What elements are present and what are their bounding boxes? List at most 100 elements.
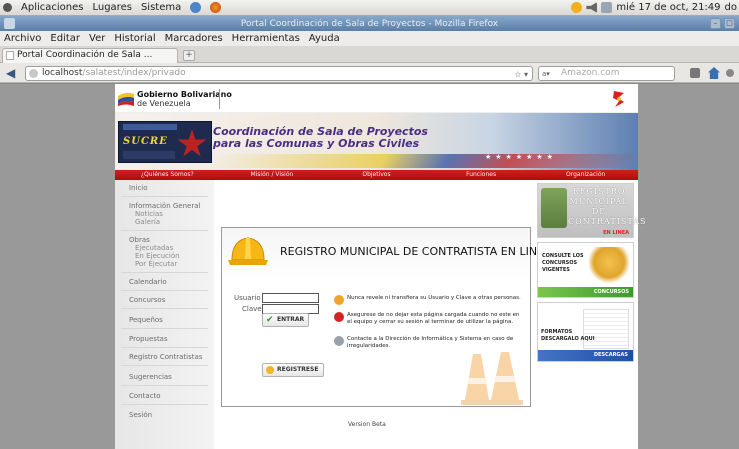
url-dropdown-icon[interactable]: ☆ ▾	[514, 68, 528, 81]
tab-label: Portal Coordinación de Sala ...	[17, 50, 153, 60]
site-identity-icon[interactable]	[29, 69, 38, 78]
people-figures-icon	[589, 247, 629, 285]
sidebar-item-noticias[interactable]: Noticias	[135, 210, 163, 218]
sidebar-item-calendario[interactable]: Calendario	[129, 278, 167, 286]
sidebar-divider	[121, 385, 208, 386]
usuario-input[interactable]	[262, 293, 319, 303]
info-icon	[334, 336, 344, 346]
flag-stripe-decoration	[208, 154, 638, 168]
menu-editar[interactable]: Editar	[50, 33, 80, 44]
home-icon[interactable]	[708, 67, 720, 79]
menu-lugares[interactable]: Lugares	[92, 2, 131, 13]
nav-objetivos[interactable]: Objetivos	[324, 170, 429, 180]
menu-ver[interactable]: Ver	[89, 33, 105, 44]
minimize-button[interactable]: –	[710, 18, 721, 29]
menu-herramientas[interactable]: Herramientas	[232, 33, 300, 44]
stop-icon	[334, 312, 344, 322]
menu-aplicaciones[interactable]: Aplicaciones	[21, 2, 83, 13]
login-panel: REGISTRO MUNICIPAL DE CONTRATISTA EN LIN…	[221, 227, 552, 407]
user-name[interactable]: do	[725, 2, 737, 13]
nav-organizacion[interactable]: Organización	[533, 170, 638, 180]
feed-icon[interactable]	[726, 69, 734, 77]
traffic-cones-icon	[461, 352, 523, 405]
concursos-text: CONSULTE LOS CONCURSOS VIGENTES	[542, 253, 584, 274]
sidebar: Inicio Información General Noticias Gale…	[115, 180, 214, 449]
nav-mision-vision[interactable]: Misión / Visión	[220, 170, 325, 180]
maximize-button[interactable]: □	[724, 18, 735, 29]
menu-archivo[interactable]: Archivo	[4, 33, 41, 44]
registro-tag: EN LINEA	[603, 230, 629, 236]
menu-marcadores[interactable]: Marcadores	[165, 33, 223, 44]
descargas-banner[interactable]: FORMATOS DESCARGALO AQUI DESCARGAS	[537, 302, 634, 362]
registrese-button[interactable]: REGISTRESE	[262, 363, 324, 377]
sidebar-item-propuestas[interactable]: Propuestas	[129, 335, 168, 343]
concursos-line1: CONSULTE LOS	[542, 253, 584, 259]
notice-password: Nunca revele ni transfiera su Usuario y …	[334, 295, 524, 305]
window-menu-icon[interactable]	[4, 18, 15, 29]
firefox-launcher-icon[interactable]	[210, 2, 222, 13]
top-navigation: ¿Quiénes Somos? Misión / Visión Objetivo…	[115, 170, 638, 180]
entrar-label: ENTRAR	[277, 316, 305, 323]
sidebar-item-ejecutadas[interactable]: Ejecutadas	[135, 244, 173, 252]
page-viewport: Gobierno Bolivariano de Venezuela SUCRE …	[0, 84, 739, 449]
sidebar-item-inicio[interactable]: Inicio	[129, 184, 148, 192]
registro-line4: CONTRATISTAS	[568, 217, 647, 226]
registro-line1: REGISTRO	[572, 187, 626, 196]
registro-banner-text: REGISTRO MUNICIPAL DE CONTRATISTAS	[568, 187, 646, 227]
clock[interactable]: mié 17 de oct, 21:49	[616, 2, 720, 13]
tab-portal[interactable]: Portal Coordinación de Sala ...	[2, 48, 178, 63]
sucre-logo-top	[123, 124, 177, 130]
venezuela-flag-icon	[118, 92, 134, 106]
sidebar-item-obras[interactable]: Obras	[129, 236, 150, 244]
nav-quienes-somos[interactable]: ¿Quiénes Somos?	[115, 170, 220, 180]
search-placeholder: Amazon.com	[561, 68, 620, 78]
sidebar-item-en-ejecucion[interactable]: En Ejecución	[135, 252, 180, 260]
help-icon[interactable]	[190, 2, 202, 13]
sidebar-divider	[121, 404, 208, 405]
sidebar-item-sesion[interactable]: Sesión	[129, 411, 152, 419]
site-title-line2: para las Comunas y Obras Civiles	[213, 137, 420, 150]
notice-text: Nunca revele ni transfiera su Usuario y …	[347, 295, 521, 301]
sidebar-item-sugerencias[interactable]: Sugerencias	[129, 373, 172, 381]
network-icon[interactable]	[601, 2, 613, 13]
sidebar-item-concursos[interactable]: Concursos	[129, 296, 165, 304]
menu-sistema[interactable]: Sistema	[141, 2, 181, 13]
sidebar-divider	[121, 365, 208, 366]
flag-stars-decoration: ★★★★★★★	[485, 153, 557, 161]
sidebar-divider	[121, 328, 208, 329]
right-promos: REGISTRO MUNICIPAL DE CONTRATISTAS EN LI…	[534, 180, 646, 449]
addon-icon[interactable]	[690, 68, 700, 78]
sidebar-item-por-ejecutar[interactable]: Por Ejecutar	[135, 260, 177, 268]
sidebar-divider	[121, 347, 208, 348]
menu-historial[interactable]: Historial	[114, 33, 155, 44]
government-line2: de Venezuela	[137, 99, 191, 108]
site-title: Coordinación de Sala de Proyectos para l…	[213, 126, 428, 150]
update-icon[interactable]	[571, 2, 583, 13]
new-tab-button[interactable]: +	[183, 50, 195, 61]
sucre-logo-bottom	[123, 151, 175, 159]
sidebar-item-contacto[interactable]: Contacto	[129, 392, 161, 400]
sidebar-divider	[121, 196, 208, 197]
sidebar-item-registro-contratistas[interactable]: Registro Contratistas	[129, 353, 202, 361]
registro-contratistas-banner[interactable]: REGISTRO MUNICIPAL DE CONTRATISTAS EN LI…	[537, 183, 646, 238]
back-arrow-icon[interactable]: ◀	[6, 66, 15, 80]
registro-line2: MUNICIPAL	[569, 197, 629, 206]
clave-label: Clave	[242, 305, 262, 313]
sidebar-item-galeria[interactable]: Galería	[135, 218, 160, 226]
sidebar-item-pequenos[interactable]: Pequeños	[129, 316, 163, 324]
concursos-banner[interactable]: CONSULTE LOS CONCURSOS VIGENTES CONCURSO…	[537, 242, 634, 298]
page-favicon-icon	[6, 51, 14, 60]
url-bar[interactable]: localhost/salatest/index/privado ☆ ▾	[25, 66, 533, 81]
government-label: Gobierno Bolivariano de Venezuela	[137, 90, 232, 108]
sidebar-item-informacion-general[interactable]: Información General	[129, 202, 200, 210]
entrar-button[interactable]: ✔ ENTRAR	[262, 313, 309, 327]
formatos-text: FORMATOS DESCARGALO AQUI	[541, 329, 595, 343]
volume-icon[interactable]	[586, 2, 598, 13]
search-bar[interactable]: a▾ Amazon.com	[538, 66, 675, 81]
gnome-foot-icon[interactable]	[3, 3, 12, 12]
sidebar-divider	[121, 272, 208, 273]
url-host: localhost	[42, 68, 83, 78]
menu-ayuda[interactable]: Ayuda	[309, 33, 340, 44]
search-engine-icon[interactable]: a▾	[542, 68, 556, 79]
nav-funciones[interactable]: Funciones	[429, 170, 534, 180]
